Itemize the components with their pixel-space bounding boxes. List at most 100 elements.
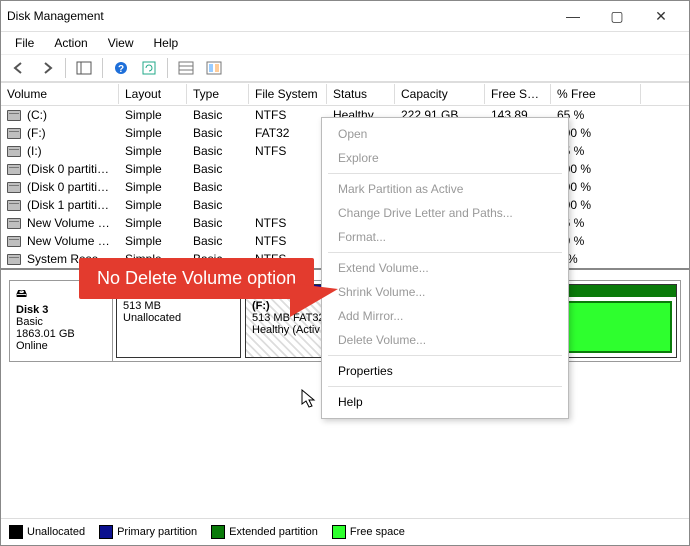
drive-icon xyxy=(7,146,21,157)
col-layout[interactable]: Layout xyxy=(119,84,187,104)
drive-icon xyxy=(7,200,21,211)
col-capacity[interactable]: Capacity xyxy=(395,84,485,104)
legend-primary: Primary partition xyxy=(99,525,197,539)
ctx-delete-volume[interactable]: Delete Volume... xyxy=(322,328,568,352)
cell: Simple xyxy=(119,179,187,195)
disk-name: Disk 3 xyxy=(16,304,106,316)
title-bar: Disk Management — ▢ ✕ xyxy=(1,1,689,32)
ctx-separator xyxy=(328,355,562,356)
window-title: Disk Management xyxy=(7,9,551,23)
cell: Basic xyxy=(187,107,249,123)
cell: Simple xyxy=(119,197,187,213)
cell xyxy=(249,204,327,206)
menu-action[interactable]: Action xyxy=(46,34,95,52)
col-pct-free[interactable]: % Free xyxy=(551,84,641,104)
cell xyxy=(249,186,327,188)
list-view-icon[interactable] xyxy=(174,56,198,80)
cell: New Volume (E:) xyxy=(1,215,119,231)
cell: NTFS xyxy=(249,215,327,231)
ctx-mark-active[interactable]: Mark Partition as Active xyxy=(322,177,568,201)
cell: Basic xyxy=(187,215,249,231)
context-menu: Open Explore Mark Partition as Active Ch… xyxy=(321,117,569,419)
cell: Simple xyxy=(119,215,187,231)
graphical-view-icon[interactable] xyxy=(202,56,226,80)
callout-annotation: No Delete Volume option xyxy=(79,258,314,299)
toolbar-separator xyxy=(65,58,66,78)
ctx-change-letter[interactable]: Change Drive Letter and Paths... xyxy=(322,201,568,225)
callout-text: No Delete Volume option xyxy=(79,258,314,299)
ctx-open[interactable]: Open xyxy=(322,122,568,146)
disk-size: 1863.01 GB xyxy=(16,328,106,340)
close-button[interactable]: ✕ xyxy=(639,2,683,30)
drive-icon xyxy=(7,218,21,229)
cell: Basic xyxy=(187,179,249,195)
menu-view[interactable]: View xyxy=(100,34,142,52)
ctx-properties[interactable]: Properties xyxy=(322,359,568,383)
cell: Basic xyxy=(187,143,249,159)
cell: (F:) xyxy=(1,125,119,141)
col-volume[interactable]: Volume xyxy=(1,84,119,104)
ctx-help[interactable]: Help xyxy=(322,390,568,414)
col-type[interactable]: Type xyxy=(187,84,249,104)
ctx-separator xyxy=(328,386,562,387)
cell: NTFS xyxy=(249,143,327,159)
minimize-button[interactable]: — xyxy=(551,2,595,30)
cell: Simple xyxy=(119,161,187,177)
cell: Simple xyxy=(119,125,187,141)
ctx-shrink[interactable]: Shrink Volume... xyxy=(322,280,568,304)
disk-state: Online xyxy=(16,340,106,352)
cell: Basic xyxy=(187,125,249,141)
slice-body: 513 MB Unallocated xyxy=(117,297,240,357)
cell: (Disk 0 partition 1) xyxy=(1,161,119,177)
col-free-space[interactable]: Free Spa... xyxy=(485,84,551,104)
cell xyxy=(249,168,327,170)
ctx-explore[interactable]: Explore xyxy=(322,146,568,170)
menu-help[interactable]: Help xyxy=(146,34,187,52)
cell: (Disk 0 partition 4) xyxy=(1,179,119,195)
maximize-button[interactable]: ▢ xyxy=(595,2,639,30)
mouse-cursor-icon xyxy=(301,389,317,412)
toolbar: ? xyxy=(1,54,689,82)
ctx-add-mirror[interactable]: Add Mirror... xyxy=(322,304,568,328)
menu-file[interactable]: File xyxy=(7,34,42,52)
cell: Basic xyxy=(187,197,249,213)
cell: (Disk 1 partition 3) xyxy=(1,197,119,213)
cell: NTFS xyxy=(249,233,327,249)
refresh-icon[interactable] xyxy=(137,56,161,80)
drive-icon xyxy=(7,110,21,121)
cell: FAT32 xyxy=(249,125,327,141)
cell: (C:) xyxy=(1,107,119,123)
cell: (I:) xyxy=(1,143,119,159)
legend: Unallocated Primary partition Extended p… xyxy=(1,518,689,545)
ctx-format[interactable]: Format... xyxy=(322,225,568,249)
cell: Simple xyxy=(119,107,187,123)
col-status[interactable]: Status xyxy=(327,84,395,104)
col-filesystem[interactable]: File System xyxy=(249,84,327,104)
cell: NTFS xyxy=(249,107,327,123)
ctx-extend[interactable]: Extend Volume... xyxy=(322,256,568,280)
forward-button[interactable] xyxy=(35,56,59,80)
toolbar-separator xyxy=(102,58,103,78)
view-button[interactable] xyxy=(72,56,96,80)
menu-bar: File Action View Help xyxy=(1,32,689,54)
drive-icon xyxy=(7,254,21,265)
drive-icon xyxy=(7,164,21,175)
cell: Simple xyxy=(119,143,187,159)
drive-icon xyxy=(7,236,21,247)
cell: Basic xyxy=(187,161,249,177)
svg-text:?: ? xyxy=(118,64,124,75)
legend-extended: Extended partition xyxy=(211,525,318,539)
ctx-separator xyxy=(328,173,562,174)
disk-type: Basic xyxy=(16,316,106,328)
help-icon[interactable]: ? xyxy=(109,56,133,80)
drive-icon xyxy=(7,128,21,139)
legend-unallocated: Unallocated xyxy=(9,525,85,539)
cell: Basic xyxy=(187,233,249,249)
back-button[interactable] xyxy=(7,56,31,80)
toolbar-separator xyxy=(167,58,168,78)
column-headers: Volume Layout Type File System Status Ca… xyxy=(1,82,689,106)
cell: New Volume (J:) xyxy=(1,233,119,249)
drive-icon xyxy=(7,182,21,193)
ctx-separator xyxy=(328,252,562,253)
cell: Simple xyxy=(119,233,187,249)
